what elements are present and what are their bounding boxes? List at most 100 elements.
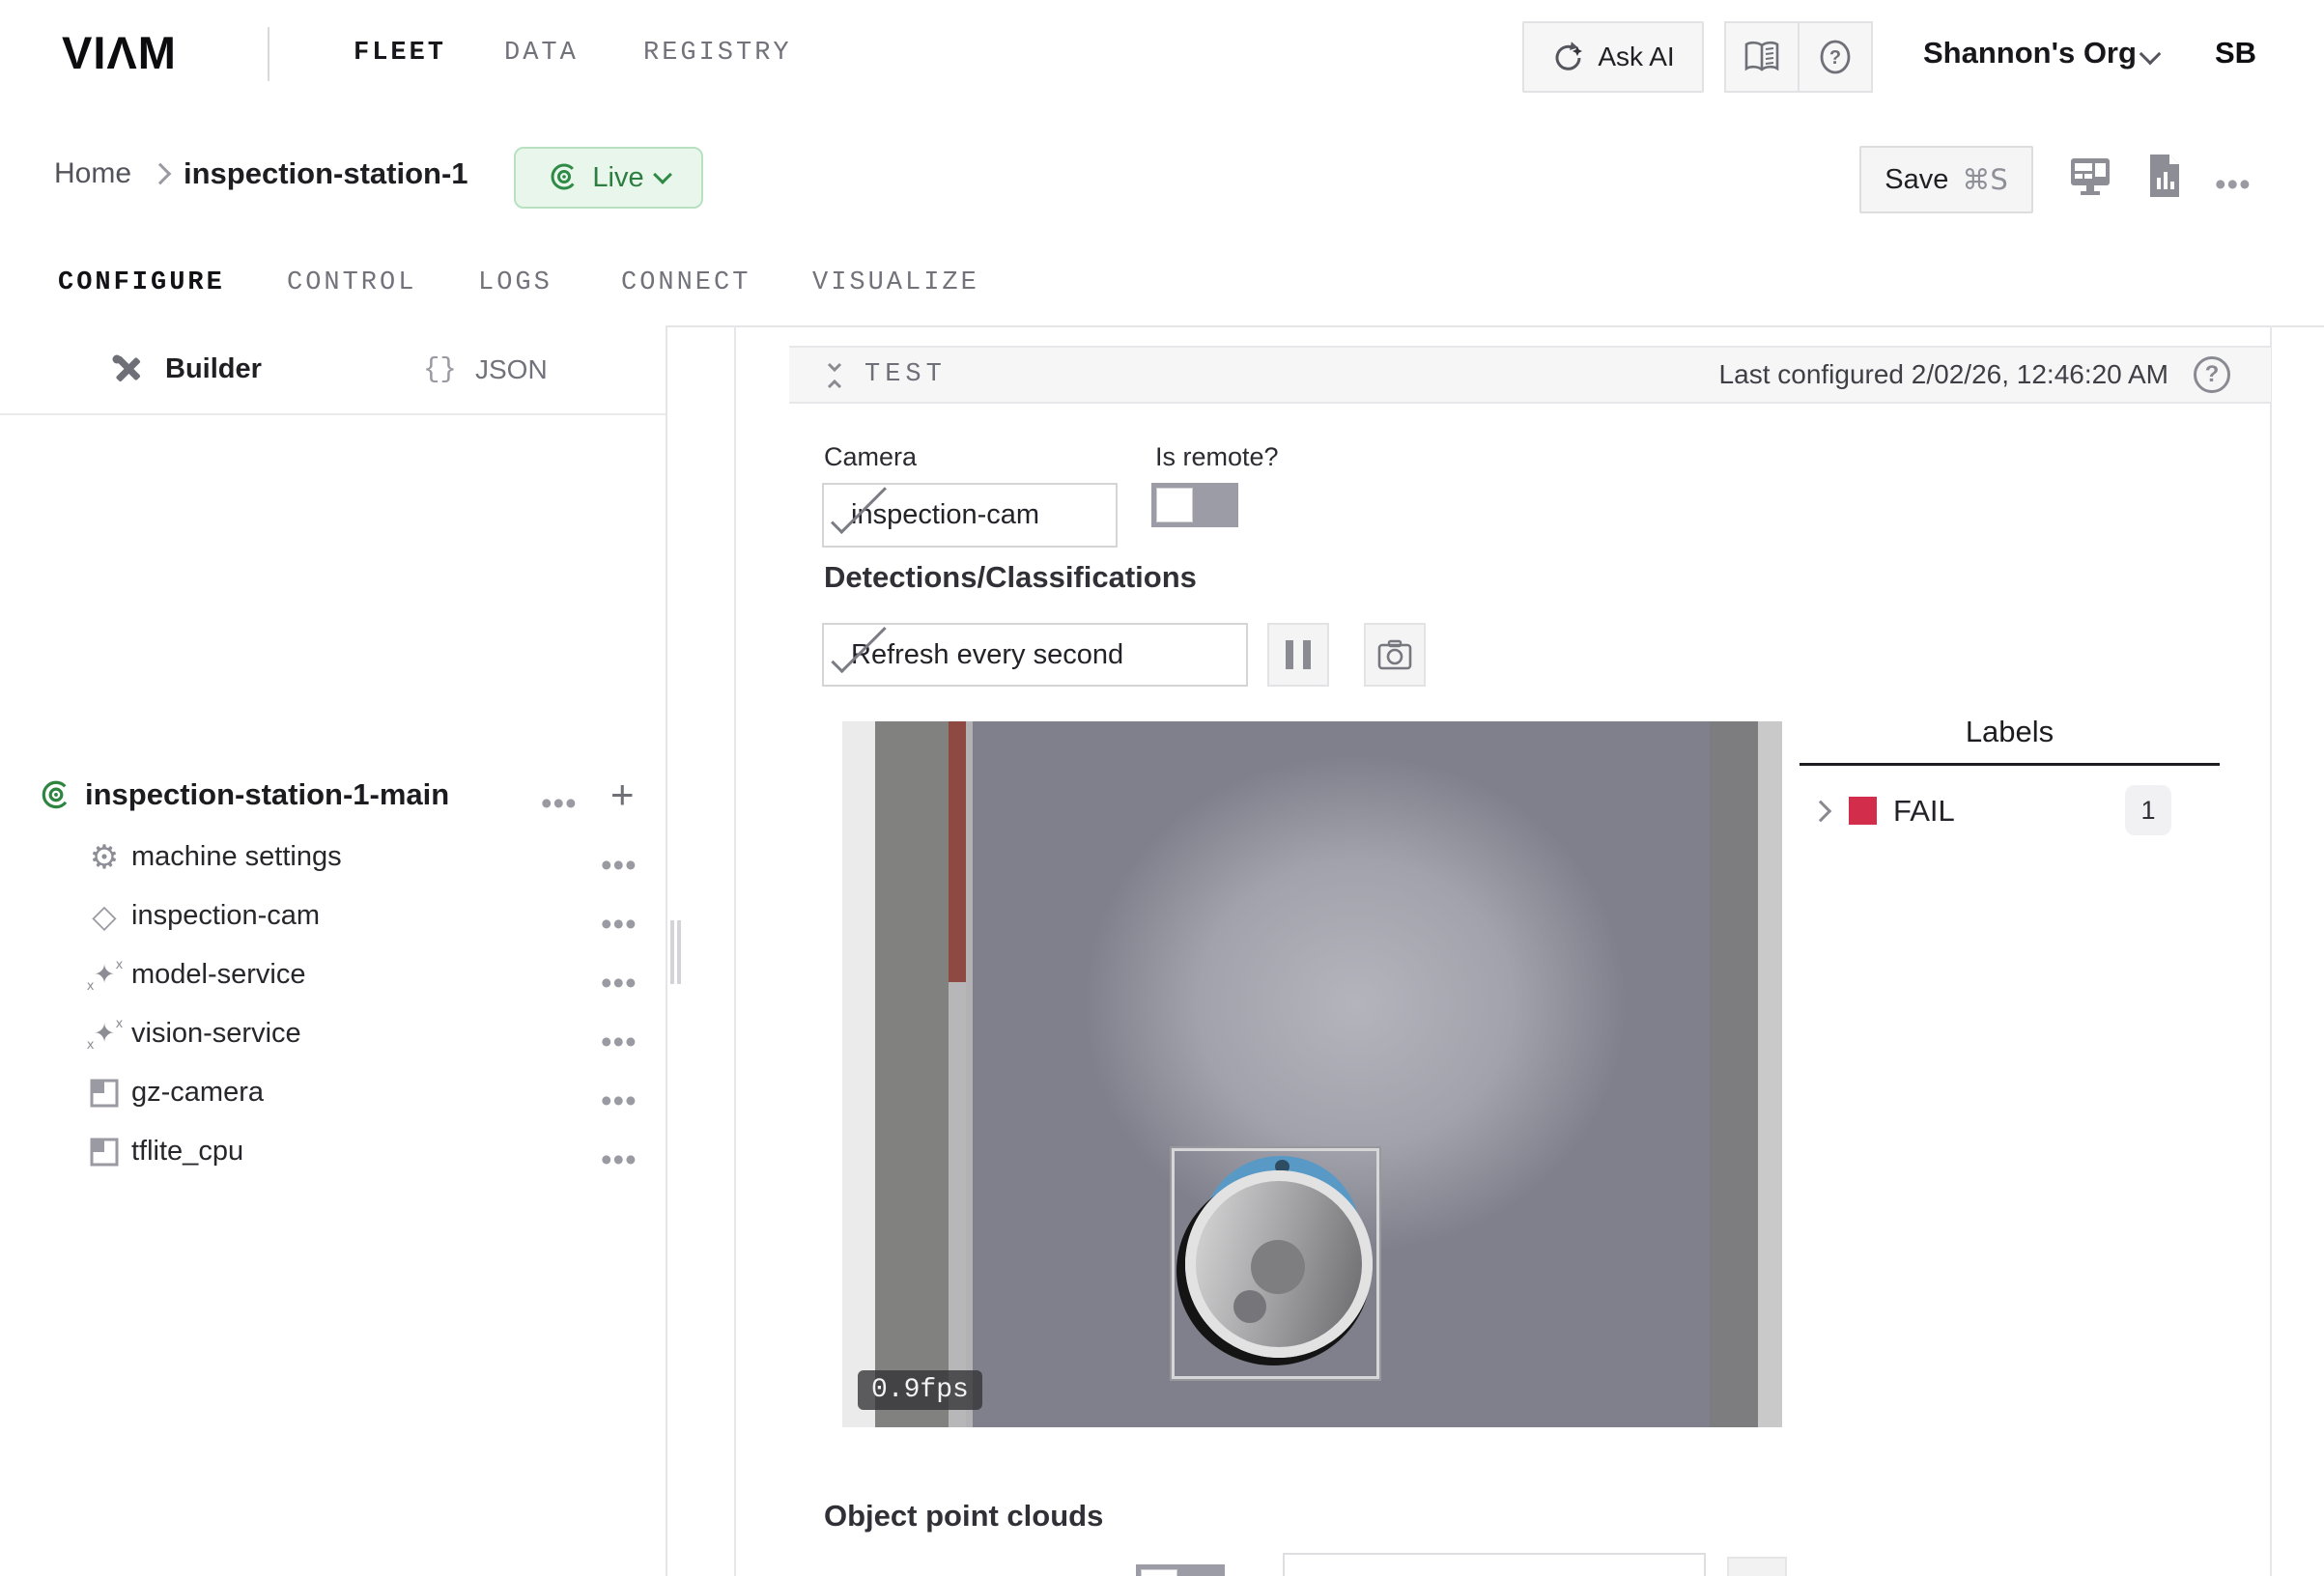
history-doc-icon[interactable] xyxy=(2146,153,2183,199)
sidebar-resize-handle[interactable] xyxy=(670,920,682,984)
label-row-fail[interactable]: FAIL 1 xyxy=(1800,778,2220,844)
breadcrumb-home[interactable]: Home xyxy=(54,106,131,241)
item-overflow-menu-icon[interactable]: ••• xyxy=(601,849,638,881)
knob-spot-large xyxy=(1251,1240,1305,1294)
viam-logo[interactable]: VIΛM xyxy=(62,0,177,106)
viam-configure-page: VIΛM FLEET DATA REGISTRY Ask AI xyxy=(0,0,2324,1576)
nav-tab-fleet[interactable]: FLEET xyxy=(354,0,446,106)
tab-configure[interactable]: CONFIGURE xyxy=(58,241,225,325)
save-label: Save xyxy=(1885,164,1948,196)
tree-item-gz-camera[interactable]: gz-camera ••• xyxy=(0,1063,666,1122)
live-status-badge[interactable]: Live xyxy=(514,147,703,209)
label-count-badge: 1 xyxy=(2125,785,2171,835)
camera-feed[interactable]: 0.9fps xyxy=(842,721,1782,1427)
tab-logs[interactable]: LOGS xyxy=(478,241,553,325)
object-point-clouds-input[interactable] xyxy=(1283,1553,1706,1576)
tree-item-vision-service[interactable]: ✦xx vision-service ••• xyxy=(0,1004,666,1063)
item-overflow-menu-icon[interactable]: ••• xyxy=(601,1084,638,1116)
test-section-header[interactable]: TEST Last configured 2/02/26, 12:46:20 A… xyxy=(789,346,2271,404)
tree-item-tflite-cpu[interactable]: tflite_cpu ••• xyxy=(0,1122,666,1181)
nav-tab-registry[interactable]: REGISTRY xyxy=(643,0,792,106)
json-toggle[interactable]: JSON xyxy=(475,325,548,413)
label-color-swatch xyxy=(1849,797,1877,825)
overflow-menu-icon[interactable]: ••• xyxy=(2215,168,2252,200)
feed-red-stripe xyxy=(949,721,966,982)
labels-heading: Labels xyxy=(1800,715,2220,749)
labels-underline xyxy=(1800,763,2220,766)
tree-root-label: inspection-station-1-main xyxy=(85,766,449,824)
nav-tab-data[interactable]: DATA xyxy=(504,0,579,106)
machine-header-row: Home inspection-station-1 Live Save ⌘S xyxy=(0,106,2324,243)
is-remote-toggle[interactable] xyxy=(1151,483,1238,527)
service-sparkle-icon: ✦xx xyxy=(88,1004,121,1063)
ask-ai-button[interactable]: Ask AI xyxy=(1522,21,1704,93)
test-help-icon[interactable]: ? xyxy=(2194,356,2230,393)
feed-right-dark-column xyxy=(1710,721,1758,1427)
machine-tab-bar: CONFIGURE CONTROL LOGS CONNECT VISUALIZE xyxy=(0,241,2324,327)
user-avatar[interactable]: SB xyxy=(2215,0,2256,106)
ask-ai-label: Ask AI xyxy=(1598,42,1674,72)
expand-chevron-icon[interactable] xyxy=(1810,801,1832,823)
camera-icon xyxy=(1376,638,1413,671)
tree-item-label: vision-service xyxy=(131,1004,301,1063)
svg-text:?: ? xyxy=(1829,47,1841,69)
knob-spot-small xyxy=(1233,1290,1266,1323)
tree-item-label: gz-camera xyxy=(131,1063,264,1122)
org-chevron-down-icon[interactable] xyxy=(2140,43,2162,66)
builder-toggle[interactable]: Builder xyxy=(165,325,262,413)
tree-item-label: machine settings xyxy=(131,828,342,886)
collapse-icon[interactable] xyxy=(820,361,849,390)
camera-field-label: Camera xyxy=(824,442,917,472)
content-scrollbar-track[interactable] xyxy=(2270,325,2272,1576)
live-chevron-down-icon xyxy=(653,165,672,184)
component-diamond-icon: ◇ xyxy=(88,886,121,945)
breadcrumb-chevron-icon xyxy=(150,163,172,185)
item-overflow-menu-icon[interactable]: ••• xyxy=(601,967,638,999)
tree-item-label: model-service xyxy=(131,945,306,1004)
is-remote-label: Is remote? xyxy=(1155,442,1279,472)
feed-left-dark-column xyxy=(875,721,949,1427)
service-sparkle-icon: ✦xx xyxy=(88,945,121,1004)
item-overflow-menu-icon[interactable]: ••• xyxy=(601,1143,638,1175)
feed-red-stripe-lower xyxy=(949,982,966,1427)
component-tree: ⚙ machine settings ••• ◇ inspection-cam … xyxy=(0,828,666,1181)
org-switcher[interactable]: Shannon's Org xyxy=(1923,0,2137,106)
refresh-rate-value: Refresh every second xyxy=(851,625,1123,685)
nav-divider xyxy=(268,27,269,81)
save-button[interactable]: Save ⌘S xyxy=(1859,146,2033,213)
tab-visualize[interactable]: VISUALIZE xyxy=(812,241,979,325)
root-overflow-menu-icon[interactable]: ••• xyxy=(541,787,578,819)
object-point-clouds-button[interactable] xyxy=(1727,1557,1787,1576)
module-icon xyxy=(88,1063,121,1122)
tree-root-machine[interactable]: inspection-station-1-main ••• + xyxy=(0,766,666,824)
help-question-icon[interactable]: ? xyxy=(1800,23,1871,91)
tab-control[interactable]: CONTROL xyxy=(287,241,416,325)
add-component-icon[interactable]: + xyxy=(610,774,635,815)
builder-tools-icon xyxy=(109,352,146,389)
tree-item-inspection-cam[interactable]: ◇ inspection-cam ••• xyxy=(0,886,666,945)
item-overflow-menu-icon[interactable]: ••• xyxy=(601,1026,638,1057)
save-shortcut: ⌘S xyxy=(1962,163,2007,196)
ask-ai-sparkle-icon xyxy=(1551,40,1586,74)
toggle-knob xyxy=(1141,1569,1177,1576)
help-icon-group: ? xyxy=(1724,21,1873,93)
feed-thin-strip xyxy=(966,721,973,1427)
item-overflow-menu-icon[interactable]: ••• xyxy=(601,908,638,940)
detection-bounding-box xyxy=(1172,1148,1379,1379)
refresh-rate-select[interactable]: Refresh every second xyxy=(822,623,1248,687)
config-sidebar: Builder {} JSON inspection-station-1-mai… xyxy=(0,325,667,1576)
object-point-clouds-toggle[interactable] xyxy=(1136,1564,1225,1576)
tab-connect[interactable]: CONNECT xyxy=(621,241,751,325)
live-label: Live xyxy=(592,162,643,194)
machine-part-status-icon[interactable] xyxy=(2067,155,2113,197)
camera-select[interactable]: inspection-cam xyxy=(822,483,1118,548)
tree-item-model-service[interactable]: ✦xx model-service ••• xyxy=(0,945,666,1004)
tree-item-machine-settings[interactable]: ⚙ machine settings ••• xyxy=(0,828,666,886)
breadcrumb-machine-name: inspection-station-1 xyxy=(184,106,468,241)
content-left-edge xyxy=(734,325,736,1576)
docs-book-icon[interactable] xyxy=(1726,23,1800,91)
detections-heading: Detections/Classifications xyxy=(824,560,1197,595)
snapshot-camera-button[interactable] xyxy=(1364,623,1426,687)
pause-button[interactable] xyxy=(1267,623,1329,687)
tree-item-label: inspection-cam xyxy=(131,886,320,945)
